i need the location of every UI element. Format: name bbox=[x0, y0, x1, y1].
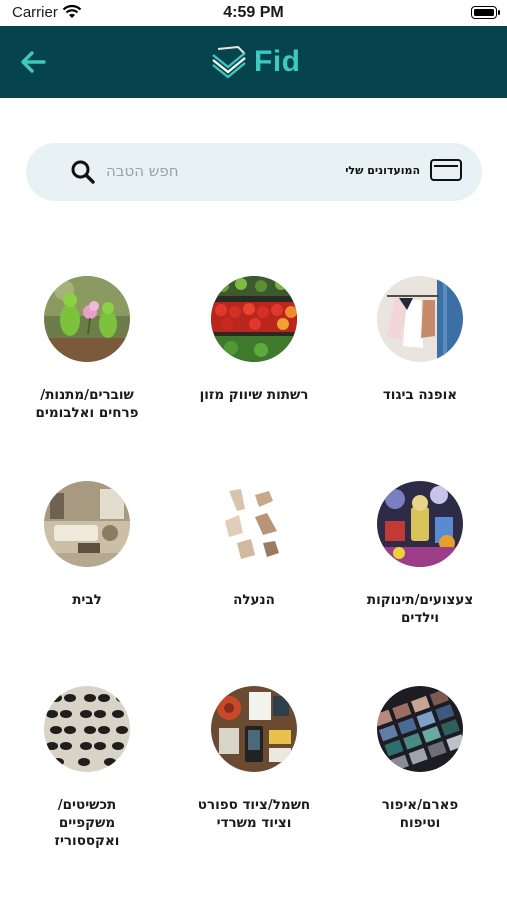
category-label: חשמל/ציוד ספורט וציוד משרדי bbox=[197, 797, 311, 831]
produce-market-image bbox=[211, 276, 297, 362]
toys-image bbox=[377, 481, 463, 567]
status-bar: Carrier 4:59 PM bbox=[0, 0, 507, 26]
category-fashion[interactable]: אופנה ביגוד bbox=[345, 276, 495, 404]
makeup-palette-image bbox=[377, 686, 463, 772]
category-electronics-sports-office[interactable]: חשמל/ציוד ספורט וציוד משרדי bbox=[179, 686, 329, 832]
category-label: פארם/איפור וטיפוח bbox=[381, 797, 459, 831]
logo-mark-icon bbox=[212, 45, 246, 79]
battery-icon bbox=[471, 6, 500, 19]
clothing-rack-image bbox=[377, 276, 463, 362]
living-room-image bbox=[44, 481, 130, 567]
app-logo: Fid bbox=[210, 44, 301, 80]
gift-frogs-image bbox=[44, 276, 130, 362]
category-label: רשתות שיווק מזון bbox=[199, 387, 309, 403]
category-label: הנעלה bbox=[233, 592, 275, 608]
search-input[interactable]: חפש הטבה bbox=[106, 162, 179, 180]
category-vouchers-gifts[interactable]: שוברים/מתנות/ פרחים ואלבומים bbox=[12, 276, 162, 422]
credit-card-icon bbox=[430, 159, 462, 181]
sunglasses-image bbox=[44, 686, 130, 772]
my-clubs-label: המועדונים שלי bbox=[345, 163, 420, 177]
category-food-retail[interactable]: רשתות שיווק מזון bbox=[179, 276, 329, 404]
category-label: צעצועים/תינוקות וילדים bbox=[366, 592, 474, 626]
logo-text: Fid bbox=[254, 45, 301, 78]
category-label: אופנה ביגוד bbox=[382, 387, 458, 403]
status-time: 4:59 PM bbox=[223, 4, 284, 21]
my-clubs-button[interactable]: המועדונים שלי bbox=[345, 159, 462, 181]
search-bar[interactable]: חפש הטבה המועדונים שלי bbox=[26, 143, 482, 201]
category-footwear[interactable]: הנעלה bbox=[179, 481, 329, 609]
category-jewelry-glasses-accessories[interactable]: תכשיטים/ משקפיים ואקססוריז bbox=[12, 686, 162, 850]
category-home[interactable]: לבית bbox=[12, 481, 162, 609]
category-label: תכשיטים/ משקפיים ואקססוריז bbox=[54, 797, 120, 849]
category-label: שוברים/מתנות/ פרחים ואלבומים bbox=[35, 387, 139, 421]
category-toys-kids[interactable]: צעצועים/תינוקות וילדים bbox=[345, 481, 495, 627]
category-label: לבית bbox=[72, 592, 102, 608]
category-pharm-makeup[interactable]: פארם/איפור וטיפוח bbox=[345, 686, 495, 832]
search-icon[interactable] bbox=[70, 159, 96, 185]
app-header: Fid bbox=[0, 26, 507, 98]
shoes-image bbox=[211, 481, 297, 567]
back-arrow-icon[interactable] bbox=[18, 48, 48, 76]
office-gadgets-image bbox=[211, 686, 297, 772]
